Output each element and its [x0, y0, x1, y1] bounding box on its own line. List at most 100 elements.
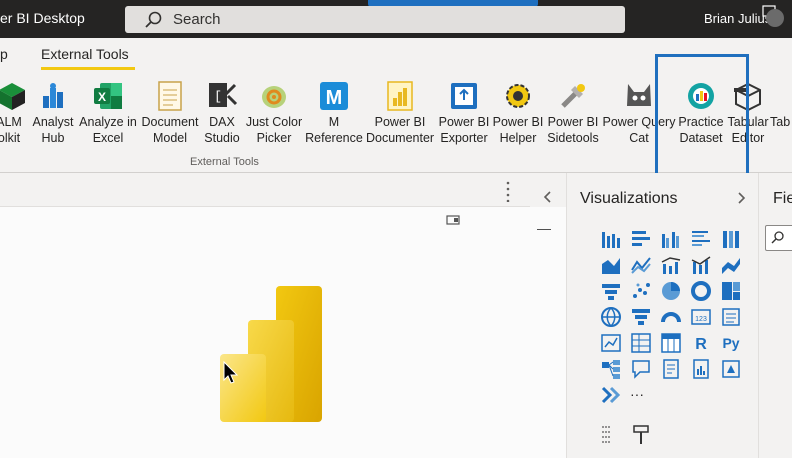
paginated-report-icon[interactable]: [690, 358, 712, 380]
funnel-icon[interactable]: [630, 306, 652, 328]
tool-label-2: Helper: [499, 131, 537, 145]
tool-label-2: Cat: [629, 131, 649, 145]
tool-tabular[interactable]: Tab: [770, 76, 792, 150]
tool-dax-studio[interactable]: [ DAX Studio: [201, 76, 243, 150]
tool-label-2: Reference: [305, 131, 363, 145]
kpi-icon[interactable]: [600, 332, 622, 354]
python-visual-icon[interactable]: Py: [720, 332, 742, 354]
chameleon-icon: [262, 86, 286, 108]
powerbi-helper-icon: [506, 84, 530, 108]
tool-label-1: Power BI: [374, 115, 426, 129]
treemap-icon[interactable]: [720, 280, 742, 302]
stacked-bar-chart-icon[interactable]: [600, 228, 622, 250]
qa-icon[interactable]: [630, 358, 652, 380]
svg-text:X: X: [98, 90, 106, 104]
visualizations-title: Visualizations: [580, 190, 678, 207]
tool-powerbi-documenter[interactable]: Power BI Documenter: [366, 76, 434, 150]
key-influencers-icon[interactable]: [600, 358, 622, 380]
slicer-icon[interactable]: [630, 332, 652, 354]
waterfall-chart-icon[interactable]: [600, 280, 622, 302]
scatter-chart-icon[interactable]: [630, 280, 652, 302]
r-visual-label: R: [695, 336, 707, 353]
clustered-column-chart-icon[interactable]: [690, 228, 712, 250]
donut-chart-icon[interactable]: [690, 280, 712, 302]
tool-label-1: DAX: [209, 115, 235, 129]
stacked-column-chart-icon[interactable]: [630, 228, 652, 250]
tool-label-1: Just Color: [245, 115, 303, 129]
card-icon-label: 123: [695, 316, 707, 323]
tab-help[interactable]: p: [0, 46, 8, 62]
line-and-stacked-column-icon[interactable]: [690, 254, 712, 276]
smart-narrative-icon[interactable]: [660, 358, 682, 380]
tool-analyze-in-excel[interactable]: X Analyze in Excel: [77, 76, 139, 150]
tool-label-1: Tab: [770, 115, 791, 129]
tool-label-1: M: [328, 115, 340, 129]
search-box[interactable]: Search: [125, 6, 625, 33]
mouse-cursor-icon: [223, 360, 239, 384]
m-reference-icon: M: [320, 82, 348, 110]
chevron-right-icon[interactable]: [737, 191, 747, 205]
minimize-button[interactable]: —: [537, 220, 551, 236]
card-icon[interactable]: 123: [690, 306, 712, 328]
clustered-bar-chart-icon[interactable]: [660, 228, 682, 250]
app-title: er BI Desktop: [0, 10, 85, 26]
r-visual-icon[interactable]: R: [690, 332, 712, 354]
ribbon-chart-icon[interactable]: [720, 254, 742, 276]
tool-alm-toolkit[interactable]: ALM olkit: [0, 76, 30, 150]
more-options-icon[interactable]: [506, 180, 510, 202]
cat-icon: [627, 84, 651, 106]
map-icon[interactable]: [600, 306, 622, 328]
tool-label-1: Analyst: [32, 115, 74, 129]
tool-label-1: Analyze in: [79, 115, 137, 129]
table-icon[interactable]: [660, 332, 682, 354]
tool-powerbi-helper[interactable]: Power BI Helper: [492, 76, 544, 150]
active-tab-indicator: [41, 67, 135, 70]
restore-icon[interactable]: [446, 214, 462, 226]
avatar[interactable]: [764, 8, 786, 28]
fields-pane: Fie: [758, 173, 792, 458]
title-bar: er BI Desktop Search Brian Julius: [0, 0, 792, 38]
search-icon: [145, 11, 162, 28]
line-and-column-icon[interactable]: [660, 254, 682, 276]
tool-label-2: Excel: [92, 131, 124, 145]
pie-chart-icon[interactable]: [660, 280, 682, 302]
practice-dataset-highlight-box: [655, 54, 749, 176]
more-visuals-button[interactable]: ···: [630, 384, 652, 406]
collapse-pane-button[interactable]: [530, 180, 564, 214]
search-placeholder: Search: [173, 11, 221, 28]
chevron-left-icon: [543, 191, 551, 203]
tool-powerbi-sidetools[interactable]: Power BI Sidetools: [545, 76, 601, 150]
fields-search-input[interactable]: [765, 225, 792, 251]
tab-external-tools[interactable]: External Tools: [41, 46, 129, 62]
powerbi-exporter-icon: [451, 83, 477, 109]
user-name[interactable]: Brian Julius: [704, 11, 771, 26]
tool-label-2: Picker: [256, 131, 292, 145]
tool-label-1: Power BI: [438, 115, 490, 129]
tool-label-2: Exporter: [440, 131, 488, 145]
format-paint-roller-icon[interactable]: [632, 424, 650, 446]
multi-row-card-icon[interactable]: [720, 306, 742, 328]
tool-document-model[interactable]: Document Model: [140, 76, 200, 150]
tool-label-2: Hub: [41, 131, 65, 145]
tool-just-color-picker[interactable]: Just Color Picker: [244, 76, 304, 150]
100-stacked-bar-icon[interactable]: [720, 228, 742, 250]
svg-text:M: M: [326, 87, 343, 109]
power-automate-icon[interactable]: [600, 384, 622, 406]
line-chart-icon[interactable]: [630, 254, 652, 276]
gauge-icon[interactable]: [660, 306, 682, 328]
area-chart-icon[interactable]: [600, 254, 622, 276]
tool-analyst-hub[interactable]: Analyst Hub: [31, 76, 75, 150]
python-visual-label: Py: [722, 335, 739, 351]
tool-powerbi-exporter[interactable]: Power BI Exporter: [437, 76, 491, 150]
build-visual-icon[interactable]: [600, 424, 612, 446]
tool-label-1: Power BI: [547, 115, 599, 129]
tool-m-reference[interactable]: M M Reference: [305, 76, 363, 150]
tool-label-2: Documenter: [366, 131, 435, 145]
alm-toolkit-icon: [0, 83, 25, 110]
search-icon: [771, 231, 784, 244]
fields-title: Fie: [773, 190, 792, 207]
document-model-icon: [158, 81, 182, 111]
sidetools-icon: [561, 84, 585, 108]
tool-label-1: Document: [141, 115, 199, 129]
power-apps-icon[interactable]: [720, 358, 742, 380]
